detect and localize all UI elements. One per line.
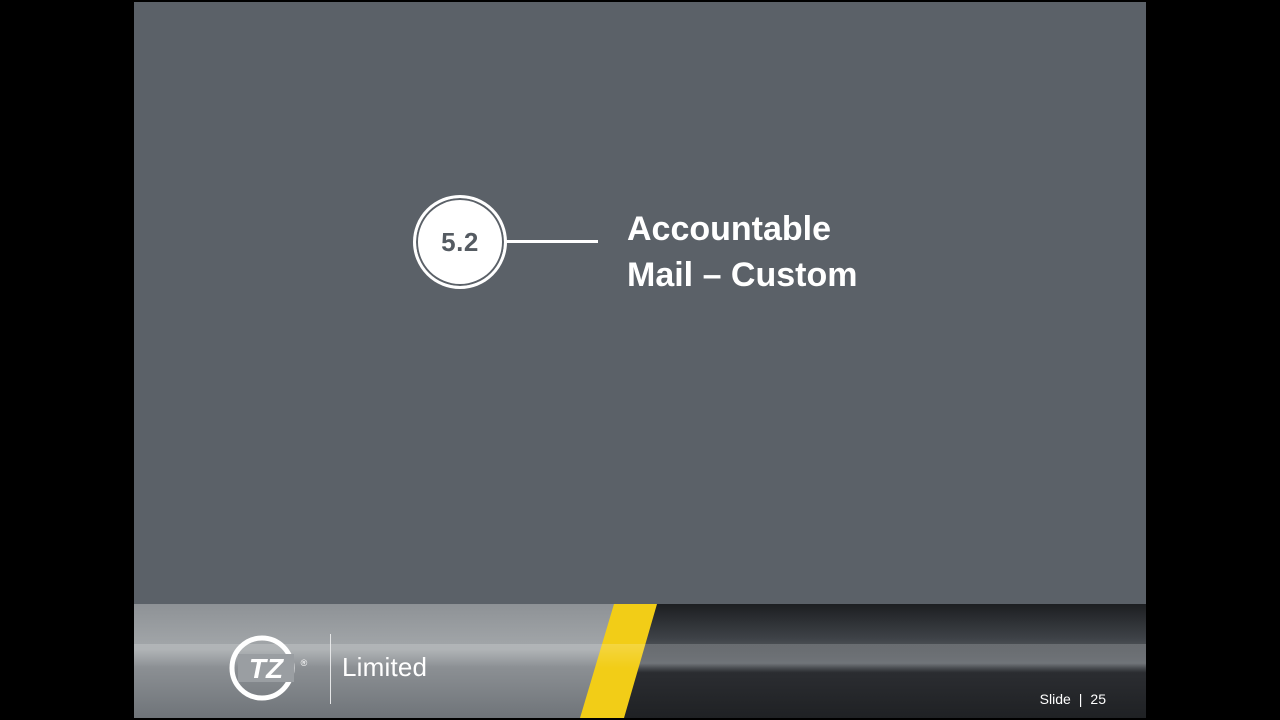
section-title: Accountable Mail – Custom (627, 206, 1047, 298)
connector-line (506, 240, 598, 243)
section-title-line-1: Accountable (627, 210, 832, 248)
slide-number-indicator: Slide | 25 (1040, 691, 1106, 707)
tz-logo-icon: TZ ® (229, 635, 308, 701)
brand-name: Limited (342, 652, 428, 682)
section-number-badge: 5.2 (413, 195, 507, 289)
footer-band: TZ ® Limited Slide | 25 (134, 604, 1146, 718)
section-title-line-2: Mail – Custom (627, 256, 858, 294)
section-number: 5.2 (441, 226, 479, 257)
logo-text: TZ (249, 653, 284, 684)
slide-separator: | (1078, 691, 1083, 707)
slide-number: 25 (1090, 691, 1106, 707)
slide-label: Slide (1039, 691, 1071, 707)
logo-divider (330, 634, 331, 704)
registered-mark: ® (301, 658, 308, 668)
slide: 5.2 Accountable Mail – Custom TZ ® Limit… (134, 2, 1146, 718)
